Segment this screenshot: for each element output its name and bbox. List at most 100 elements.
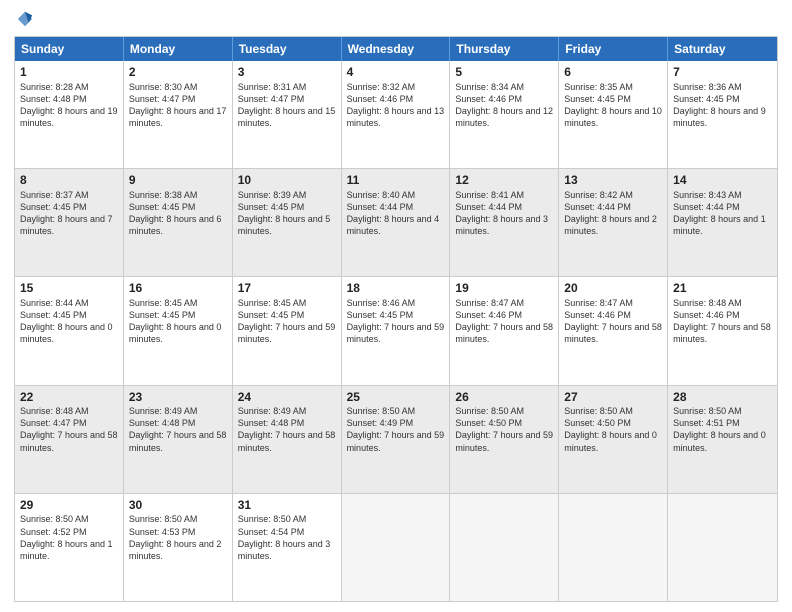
cal-cell: 10 Sunrise: 8:39 AM Sunset: 4:45 PM Dayl… [233,169,342,276]
cell-daylight: Daylight: 8 hours and 0 minutes. [20,321,118,345]
day-number: 13 [564,173,662,189]
cell-daylight: Daylight: 8 hours and 17 minutes. [129,105,227,129]
header-cell-wednesday: Wednesday [342,37,451,61]
day-number: 23 [129,390,227,406]
cell-sunset: Sunset: 4:48 PM [238,417,336,429]
cal-cell: 13 Sunrise: 8:42 AM Sunset: 4:44 PM Dayl… [559,169,668,276]
cell-sunrise: Sunrise: 8:42 AM [564,189,662,201]
cell-sunset: Sunset: 4:47 PM [20,417,118,429]
cell-daylight: Daylight: 8 hours and 2 minutes. [564,213,662,237]
day-number: 27 [564,390,662,406]
cell-sunrise: Sunrise: 8:50 AM [673,405,772,417]
cal-cell [668,494,777,601]
cell-sunset: Sunset: 4:46 PM [673,309,772,321]
cal-cell: 19 Sunrise: 8:47 AM Sunset: 4:46 PM Dayl… [450,277,559,384]
cal-cell: 6 Sunrise: 8:35 AM Sunset: 4:45 PM Dayli… [559,61,668,168]
cell-sunrise: Sunrise: 8:35 AM [564,81,662,93]
cell-sunrise: Sunrise: 8:48 AM [20,405,118,417]
cell-sunrise: Sunrise: 8:44 AM [20,297,118,309]
cal-cell: 2 Sunrise: 8:30 AM Sunset: 4:47 PM Dayli… [124,61,233,168]
cell-daylight: Daylight: 8 hours and 3 minutes. [455,213,553,237]
cell-daylight: Daylight: 7 hours and 59 minutes. [347,429,445,453]
cell-sunrise: Sunrise: 8:48 AM [673,297,772,309]
cell-sunrise: Sunrise: 8:41 AM [455,189,553,201]
cell-sunrise: Sunrise: 8:50 AM [129,513,227,525]
cal-cell: 3 Sunrise: 8:31 AM Sunset: 4:47 PM Dayli… [233,61,342,168]
week-row-2: 15 Sunrise: 8:44 AM Sunset: 4:45 PM Dayl… [15,276,777,384]
cell-sunset: Sunset: 4:44 PM [347,201,445,213]
day-number: 26 [455,390,553,406]
header-cell-sunday: Sunday [15,37,124,61]
cell-sunset: Sunset: 4:54 PM [238,526,336,538]
cal-cell: 5 Sunrise: 8:34 AM Sunset: 4:46 PM Dayli… [450,61,559,168]
cell-sunrise: Sunrise: 8:36 AM [673,81,772,93]
cell-sunrise: Sunrise: 8:45 AM [129,297,227,309]
logo-icon [16,10,34,28]
day-number: 17 [238,281,336,297]
cell-sunset: Sunset: 4:50 PM [564,417,662,429]
cell-sunrise: Sunrise: 8:30 AM [129,81,227,93]
cal-cell: 21 Sunrise: 8:48 AM Sunset: 4:46 PM Dayl… [668,277,777,384]
cal-cell: 4 Sunrise: 8:32 AM Sunset: 4:46 PM Dayli… [342,61,451,168]
header-cell-thursday: Thursday [450,37,559,61]
cell-daylight: Daylight: 8 hours and 10 minutes. [564,105,662,129]
day-number: 11 [347,173,445,189]
cal-cell: 15 Sunrise: 8:44 AM Sunset: 4:45 PM Dayl… [15,277,124,384]
cell-sunset: Sunset: 4:46 PM [455,93,553,105]
cell-daylight: Daylight: 7 hours and 59 minutes. [347,321,445,345]
cal-cell: 29 Sunrise: 8:50 AM Sunset: 4:52 PM Dayl… [15,494,124,601]
week-row-1: 8 Sunrise: 8:37 AM Sunset: 4:45 PM Dayli… [15,168,777,276]
cal-cell: 27 Sunrise: 8:50 AM Sunset: 4:50 PM Dayl… [559,386,668,493]
week-row-3: 22 Sunrise: 8:48 AM Sunset: 4:47 PM Dayl… [15,385,777,493]
cell-daylight: Daylight: 7 hours and 58 minutes. [564,321,662,345]
day-number: 19 [455,281,553,297]
cell-sunrise: Sunrise: 8:43 AM [673,189,772,201]
day-number: 28 [673,390,772,406]
cell-sunset: Sunset: 4:50 PM [455,417,553,429]
cal-cell: 30 Sunrise: 8:50 AM Sunset: 4:53 PM Dayl… [124,494,233,601]
cell-sunset: Sunset: 4:48 PM [20,93,118,105]
cell-daylight: Daylight: 7 hours and 58 minutes. [673,321,772,345]
cell-sunset: Sunset: 4:51 PM [673,417,772,429]
cal-cell: 11 Sunrise: 8:40 AM Sunset: 4:44 PM Dayl… [342,169,451,276]
cal-cell [559,494,668,601]
cal-cell: 26 Sunrise: 8:50 AM Sunset: 4:50 PM Dayl… [450,386,559,493]
cell-sunset: Sunset: 4:53 PM [129,526,227,538]
cell-sunrise: Sunrise: 8:50 AM [20,513,118,525]
cell-sunrise: Sunrise: 8:47 AM [455,297,553,309]
day-number: 16 [129,281,227,297]
day-number: 8 [20,173,118,189]
cell-daylight: Daylight: 8 hours and 2 minutes. [129,538,227,562]
cell-sunset: Sunset: 4:46 PM [564,309,662,321]
cal-cell: 18 Sunrise: 8:46 AM Sunset: 4:45 PM Dayl… [342,277,451,384]
cell-daylight: Daylight: 8 hours and 7 minutes. [20,213,118,237]
cal-cell: 24 Sunrise: 8:49 AM Sunset: 4:48 PM Dayl… [233,386,342,493]
cell-sunset: Sunset: 4:45 PM [20,309,118,321]
cell-sunrise: Sunrise: 8:34 AM [455,81,553,93]
cell-sunrise: Sunrise: 8:49 AM [238,405,336,417]
cal-cell: 9 Sunrise: 8:38 AM Sunset: 4:45 PM Dayli… [124,169,233,276]
day-number: 30 [129,498,227,514]
day-number: 2 [129,65,227,81]
day-number: 25 [347,390,445,406]
day-number: 18 [347,281,445,297]
cell-sunrise: Sunrise: 8:46 AM [347,297,445,309]
cell-sunset: Sunset: 4:44 PM [455,201,553,213]
cell-sunrise: Sunrise: 8:32 AM [347,81,445,93]
cell-sunset: Sunset: 4:45 PM [673,93,772,105]
cell-sunset: Sunset: 4:46 PM [347,93,445,105]
cell-sunrise: Sunrise: 8:40 AM [347,189,445,201]
header-cell-monday: Monday [124,37,233,61]
cal-cell: 12 Sunrise: 8:41 AM Sunset: 4:44 PM Dayl… [450,169,559,276]
day-number: 29 [20,498,118,514]
cell-sunset: Sunset: 4:45 PM [238,201,336,213]
cell-sunset: Sunset: 4:45 PM [564,93,662,105]
cell-daylight: Daylight: 8 hours and 1 minute. [673,213,772,237]
cell-sunset: Sunset: 4:52 PM [20,526,118,538]
cell-daylight: Daylight: 8 hours and 6 minutes. [129,213,227,237]
week-row-4: 29 Sunrise: 8:50 AM Sunset: 4:52 PM Dayl… [15,493,777,601]
cell-sunset: Sunset: 4:44 PM [564,201,662,213]
cal-cell: 28 Sunrise: 8:50 AM Sunset: 4:51 PM Dayl… [668,386,777,493]
cell-sunset: Sunset: 4:45 PM [129,201,227,213]
cell-sunset: Sunset: 4:49 PM [347,417,445,429]
